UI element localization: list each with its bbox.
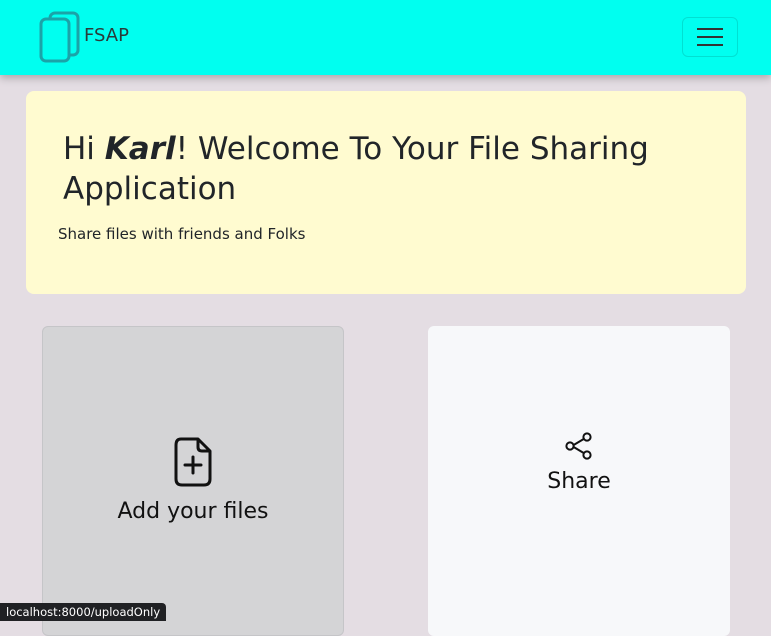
- hamburger-menu-icon: [697, 28, 723, 46]
- add-files-card[interactable]: Add your files: [42, 326, 344, 636]
- brand-name: FSAP: [84, 24, 129, 46]
- browser-status-url: localhost:8000/uploadOnly: [0, 603, 167, 621]
- username: Karl: [104, 131, 176, 167]
- stacked-files-icon: [39, 11, 80, 63]
- welcome-subtitle: Share files with friends and Folks: [58, 225, 306, 243]
- welcome-banner: Hi Karl! Welcome To Your File Sharing Ap…: [26, 91, 746, 294]
- add-files-label: Add your files: [117, 498, 269, 524]
- share-icon: [565, 431, 592, 460]
- welcome-heading: Hi Karl! Welcome To Your File Sharing Ap…: [63, 129, 703, 209]
- share-label: Share: [547, 468, 611, 494]
- brand-link[interactable]: FSAP: [38, 10, 129, 64]
- top-navbar: FSAP: [0, 0, 771, 75]
- file-plus-icon: [174, 437, 212, 486]
- share-card[interactable]: Share: [428, 326, 730, 636]
- navbar-toggler-button[interactable]: [682, 17, 738, 57]
- greeting-prefix: Hi: [63, 131, 105, 167]
